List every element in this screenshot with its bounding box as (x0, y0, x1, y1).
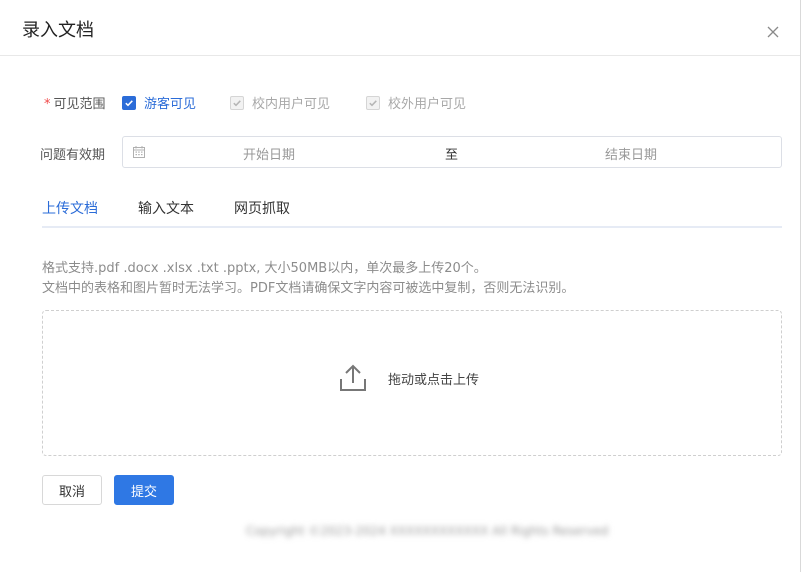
upload-document-dialog: 录入文档 * 可见范围 游客可见 校内用户可见 校外用户可见 问题有效期 开始日… (0, 0, 800, 572)
submit-button[interactable]: 提交 (114, 475, 174, 505)
upload-dropzone[interactable]: 拖动或点击上传 (42, 310, 782, 456)
checkbox-guest-visible[interactable]: 游客可见 (122, 93, 196, 112)
checkbox-label: 校内用户可见 (252, 97, 331, 112)
copyright-text: Copyright ©2023-2024 XXXXXXXXXXXX All Ri… (246, 524, 609, 538)
date-range-separator: 至 (445, 148, 459, 163)
checkbox-external-users-visible[interactable]: 校外用户可见 (366, 93, 466, 112)
checkbox-label: 校外用户可见 (388, 97, 467, 112)
checkbox-campus-users-visible[interactable]: 校内用户可见 (230, 93, 330, 112)
cancel-button[interactable]: 取消 (42, 475, 102, 505)
dialog-title: 录入文档 (22, 20, 94, 41)
checkbox-label: 游客可见 (144, 97, 197, 112)
visibility-label-text: 可见范围 (53, 97, 106, 112)
tab-input-text[interactable]: 输入文本 (138, 198, 194, 218)
calendar-icon (133, 146, 145, 158)
checkbox-icon-checked-disabled (230, 95, 244, 110)
close-icon[interactable] (766, 24, 780, 38)
format-hint: 格式支持.pdf .docx .xlsx .txt .pptx, 大小50MB以… (42, 261, 487, 276)
checkbox-icon-checked-disabled (366, 95, 380, 110)
checkbox-icon-checked[interactable] (122, 95, 136, 110)
tab-upload-document[interactable]: 上传文档 (42, 198, 98, 218)
upload-icon (339, 363, 367, 393)
end-date-input[interactable]: 结束日期 (605, 144, 657, 163)
validity-label: 问题有效期 (40, 148, 106, 163)
upload-mode-tabs: 上传文档 输入文本 网页抓取 (42, 195, 782, 228)
date-range-picker[interactable]: 开始日期 至 结束日期 (122, 136, 782, 168)
content-hint: 文档中的表格和图片暂时无法学习。PDF文档请确保文字内容可被选中复制，否则无法识… (42, 281, 575, 296)
visibility-label: * 可见范围 (44, 93, 106, 112)
dropzone-text: 拖动或点击上传 (388, 373, 480, 388)
required-mark: * (44, 97, 51, 112)
tab-web-crawl[interactable]: 网页抓取 (234, 198, 290, 218)
dialog-header: 录入文档 (0, 0, 800, 56)
start-date-input[interactable]: 开始日期 (243, 144, 295, 163)
